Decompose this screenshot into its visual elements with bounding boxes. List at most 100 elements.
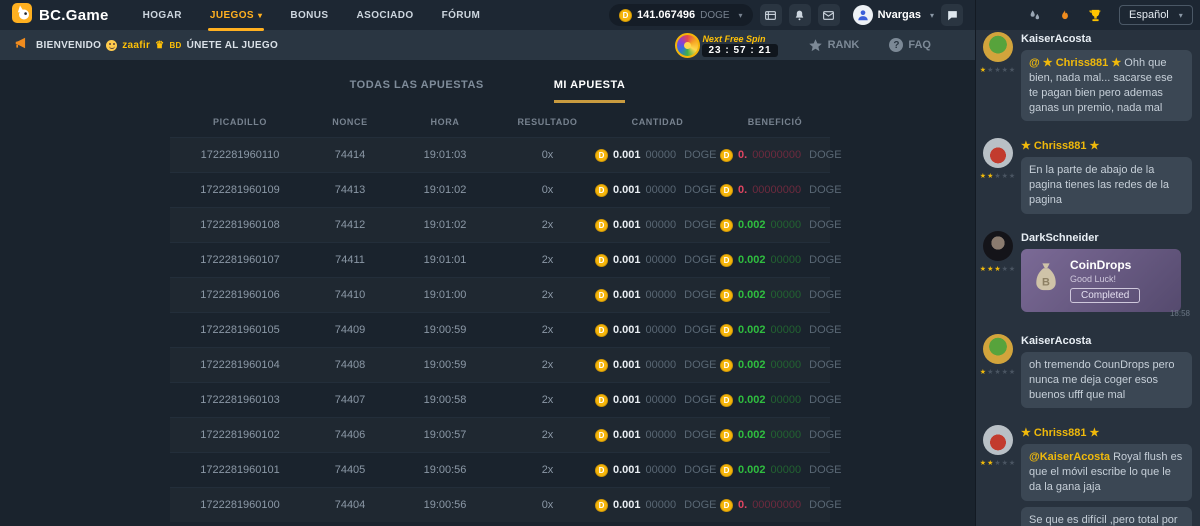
- profit-currency: DOGE: [809, 289, 841, 301]
- chat-username[interactable]: DarkSchneider: [1021, 232, 1192, 244]
- avatar[interactable]: [983, 32, 1013, 62]
- mention-link[interactable]: @KaiserAcosta: [1029, 451, 1110, 463]
- table-row[interactable]: 17222819601107441419:01:030xD0.00100000D…: [170, 137, 830, 172]
- brand[interactable]: BC.Game: [12, 3, 109, 28]
- nav-item-bonus[interactable]: BONUS: [276, 0, 342, 30]
- vault-icon: [764, 9, 777, 22]
- welcome-prefix: BIENVENIDO: [36, 40, 101, 51]
- avatar[interactable]: [983, 425, 1013, 455]
- bet-hash: 1722281960109: [170, 184, 310, 196]
- nav-item-fórum[interactable]: FÓRUM: [428, 0, 495, 30]
- avatar[interactable]: [983, 138, 1013, 168]
- table-row[interactable]: 17222819601077441119:01:012xD0.00100000D…: [170, 242, 830, 277]
- doge-coin-icon: D: [720, 464, 733, 477]
- star-icon: ★: [1002, 173, 1009, 180]
- doge-coin-icon: D: [595, 464, 608, 477]
- chat-username[interactable]: KaiserAcosta: [1021, 33, 1192, 45]
- coindrops-subtitle: Good Luck!: [1070, 274, 1140, 284]
- chat-username[interactable]: ★ Chriss881 ★: [1021, 139, 1192, 152]
- bet-amount: D0.00100000DOGE: [595, 254, 720, 267]
- question-icon: ?: [889, 38, 903, 52]
- chat-message-left: ★★★★★: [982, 32, 1014, 127]
- bets-table-body: 17222819601107441419:01:030xD0.00100000D…: [170, 137, 830, 522]
- rank-button[interactable]: RANK: [808, 38, 860, 53]
- nav-item-juegos[interactable]: JUEGOS▾: [196, 0, 277, 30]
- doge-coin-icon: D: [595, 499, 608, 512]
- table-row[interactable]: 17222819601037440719:00:582xD0.00100000D…: [170, 382, 830, 417]
- user-star-rating: ★★★★★: [980, 368, 1016, 376]
- messages-button[interactable]: [818, 4, 840, 26]
- main-column: BC.Game HOGARJUEGOS▾BONUSASOCIADOFÓRUM D…: [0, 0, 975, 526]
- chat-message-body: DarkSchneiderBCoinDropsGood Luck!Complet…: [1021, 231, 1192, 323]
- bet-hash: 1722281960100: [170, 499, 310, 511]
- table-row[interactable]: 17222819601067441019:01:002xD0.00100000D…: [170, 277, 830, 312]
- amount-currency: DOGE: [684, 394, 716, 406]
- language-selector[interactable]: Español ▾: [1119, 5, 1193, 25]
- avatar[interactable]: [983, 231, 1013, 261]
- star-icon: ★: [1009, 67, 1016, 74]
- svg-text:B: B: [1042, 276, 1050, 288]
- nav-item-asociado[interactable]: ASOCIADO: [343, 0, 428, 30]
- flame-button[interactable]: [1058, 8, 1072, 22]
- bet-amount: D0.00100000DOGE: [595, 289, 720, 302]
- chevron-down-icon: ▾: [258, 11, 262, 20]
- bet-nonce: 74414: [310, 149, 390, 161]
- star-icon: ★: [1009, 369, 1016, 376]
- bet-profit: D0.00000000DOGE: [720, 149, 830, 162]
- star-icon: ★: [1002, 67, 1009, 74]
- table-row[interactable]: 17222819601007440419:00:560xD0.00100000D…: [170, 487, 830, 522]
- chat-username[interactable]: KaiserAcosta: [1021, 335, 1192, 347]
- bet-nonce: 74412: [310, 219, 390, 231]
- column-header: RESULTADO: [500, 117, 595, 127]
- coindrops-card[interactable]: BCoinDropsGood Luck!Completed: [1021, 249, 1181, 312]
- faq-button[interactable]: ? FAQ: [889, 38, 931, 52]
- profit-dim: 00000: [771, 464, 802, 476]
- free-spin-widget[interactable]: Next Free Spin 23 : 57 : 21: [675, 33, 777, 58]
- chat-bubble: oh tremendo CounDrops pero nunca me deja…: [1021, 352, 1192, 409]
- welcome-username[interactable]: zaafir: [122, 40, 150, 51]
- notifications-button[interactable]: [789, 4, 811, 26]
- chat-messages[interactable]: ★★★★★KaiserAcosta@ ★ Chriss881 ★ Ohh que…: [976, 23, 1200, 526]
- table-row[interactable]: 17222819601097441319:01:020xD0.00100000D…: [170, 172, 830, 207]
- profit-dim: 00000000: [752, 149, 801, 161]
- trophy-button[interactable]: [1088, 8, 1103, 23]
- nav-item-hogar[interactable]: HOGAR: [129, 0, 196, 30]
- chat-message: ★★★★★ ★ Chriss881 ★En la parte de abajo d…: [976, 129, 1200, 222]
- chat-username[interactable]: ★ Chriss881 ★: [1021, 426, 1192, 439]
- table-row[interactable]: 17222819601017440519:00:562xD0.00100000D…: [170, 452, 830, 487]
- table-row[interactable]: 17222819601057440919:00:592xD0.00100000D…: [170, 312, 830, 347]
- tab-my-bet[interactable]: MI APUESTA: [554, 79, 626, 103]
- doge-coin-icon: D: [595, 359, 608, 372]
- rain-button[interactable]: [1028, 8, 1042, 22]
- amount-currency: DOGE: [684, 219, 716, 231]
- star-icon: ★: [980, 67, 987, 74]
- table-row[interactable]: 17222819601087441219:01:022xD0.00100000D…: [170, 207, 830, 242]
- profit-currency: DOGE: [809, 184, 841, 196]
- user-star-rating: ★★★★★: [980, 459, 1016, 467]
- amount-dim: 00000: [646, 394, 677, 406]
- tab-all-bets[interactable]: TODAS LAS APUESTAS: [350, 79, 484, 103]
- bet-nonce: 74408: [310, 359, 390, 371]
- column-header: NONCE: [310, 117, 390, 127]
- coindrops-completed-button[interactable]: Completed: [1070, 288, 1140, 303]
- amount-main: 0.001: [613, 499, 641, 511]
- user-menu[interactable]: Nvargas ▾: [853, 5, 934, 25]
- bet-profit: D0.00000000DOGE: [720, 499, 830, 512]
- balance-selector[interactable]: D 141.067496 DOGE ▾: [609, 4, 753, 26]
- doge-coin-icon: D: [619, 9, 632, 22]
- bet-time: 19:00:56: [390, 499, 500, 511]
- mention-link[interactable]: @ ★ Chriss881 ★: [1029, 57, 1121, 69]
- chat-toggle-button[interactable]: [941, 4, 963, 26]
- avatar[interactable]: [983, 334, 1013, 364]
- user-star-rating: ★★★★★: [980, 172, 1016, 180]
- bets-table: PICADILLONONCEHORARESULTADOCANTIDADBENEF…: [170, 107, 830, 522]
- bet-time: 19:00:57: [390, 429, 500, 441]
- chat-message-body: ★ Chriss881 ★En la parte de abajo de la …: [1021, 138, 1192, 220]
- table-row[interactable]: 17222819601047440819:00:592xD0.00100000D…: [170, 347, 830, 382]
- amount-dim: 00000: [646, 254, 677, 266]
- bet-profit: D0.00200000DOGE: [720, 254, 830, 267]
- bet-amount: D0.00100000DOGE: [595, 324, 720, 337]
- vault-button[interactable]: [760, 4, 782, 26]
- table-row[interactable]: 17222819601027440619:00:572xD0.00100000D…: [170, 417, 830, 452]
- doge-coin-icon: D: [720, 219, 733, 232]
